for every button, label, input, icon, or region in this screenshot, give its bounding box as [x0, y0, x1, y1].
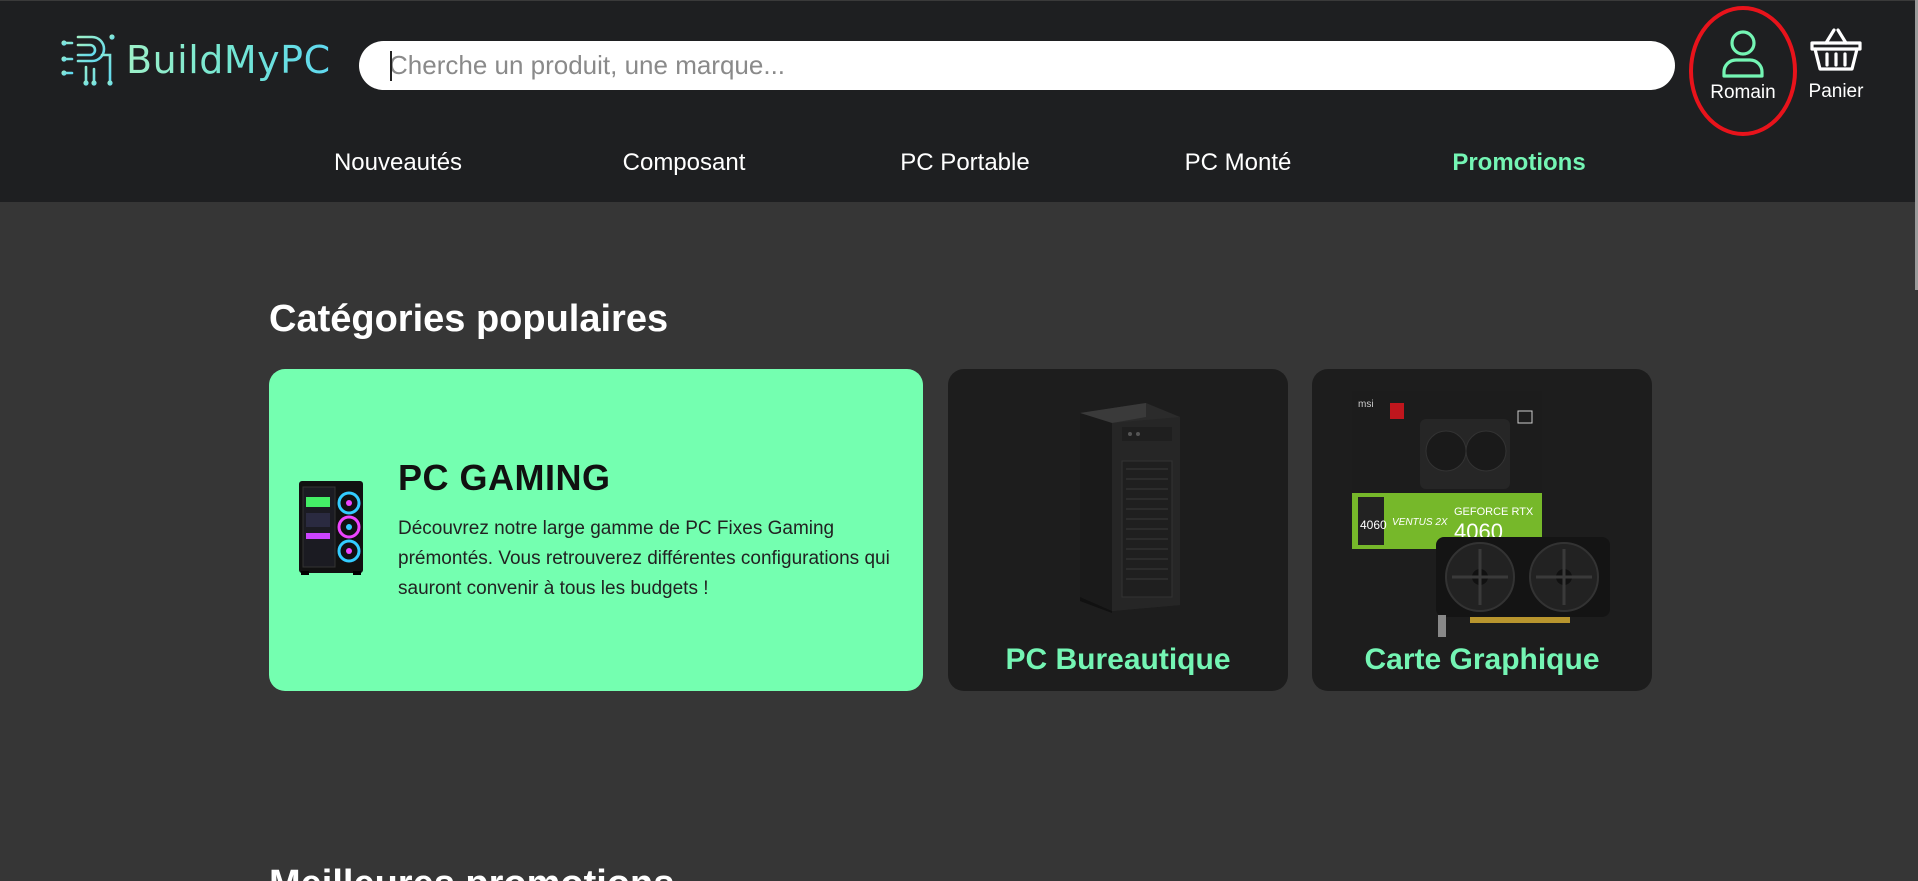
graphics-card-image: 4060 GEFORCE RTX 4060 msi VENTUS 2X: [1352, 391, 1610, 637]
category-title: PC Bureautique: [1005, 643, 1231, 676]
text-cursor: [390, 51, 392, 81]
svg-text:GEFORCE RTX: GEFORCE RTX: [1454, 506, 1534, 518]
nav-item-pc-portable[interactable]: PC Portable: [900, 149, 1029, 177]
user-account-button[interactable]: Romain: [1689, 6, 1797, 136]
office-pc-image: [1080, 403, 1180, 613]
main-nav: Nouveautés Composant PC Portable PC Mont…: [0, 149, 1918, 185]
category-card-pc-bureautique[interactable]: PC Bureautique: [948, 369, 1288, 691]
category-card-carte-graphique[interactable]: 4060 GEFORCE RTX 4060 msi VENTUS 2X Cart…: [1312, 369, 1652, 691]
category-title: PC GAMING: [398, 457, 611, 498]
nav-item-promotions[interactable]: Promotions: [1452, 149, 1585, 177]
nav-item-pc-monte[interactable]: PC Monté: [1185, 149, 1292, 177]
category-card-pc-gaming[interactable]: PC GAMING Découvrez notre large gamme de…: [269, 369, 923, 691]
cart-label: Panier: [1808, 81, 1864, 102]
site-header: BuildMyPC Romain Panier Nouveautés Compo…: [0, 0, 1918, 202]
cart-button[interactable]: Panier: [1800, 27, 1872, 117]
svg-text:msi: msi: [1358, 399, 1374, 410]
svg-text:4060: 4060: [1360, 518, 1387, 532]
category-description: Découvrez notre large gamme de PC Fixes …: [398, 518, 890, 599]
category-title: Carte Graphique: [1364, 643, 1600, 676]
gaming-pc-image: [299, 481, 363, 575]
user-icon: [1722, 30, 1764, 78]
circuit-logo-icon: [61, 34, 115, 86]
section-title-promotions: Meilleures promotions: [269, 863, 674, 881]
search-input[interactable]: [359, 41, 1675, 90]
section-title: Catégories populaires: [269, 298, 669, 340]
logo-text: BuildMyPC: [126, 38, 331, 82]
logo[interactable]: BuildMyPC: [58, 29, 331, 91]
user-label: Romain: [1710, 82, 1776, 103]
nav-item-nouveautes[interactable]: Nouveautés: [334, 149, 462, 177]
nav-item-composant[interactable]: Composant: [623, 149, 746, 177]
svg-text:VENTUS 2X: VENTUS 2X: [1392, 517, 1448, 528]
basket-icon: [1810, 28, 1862, 71]
